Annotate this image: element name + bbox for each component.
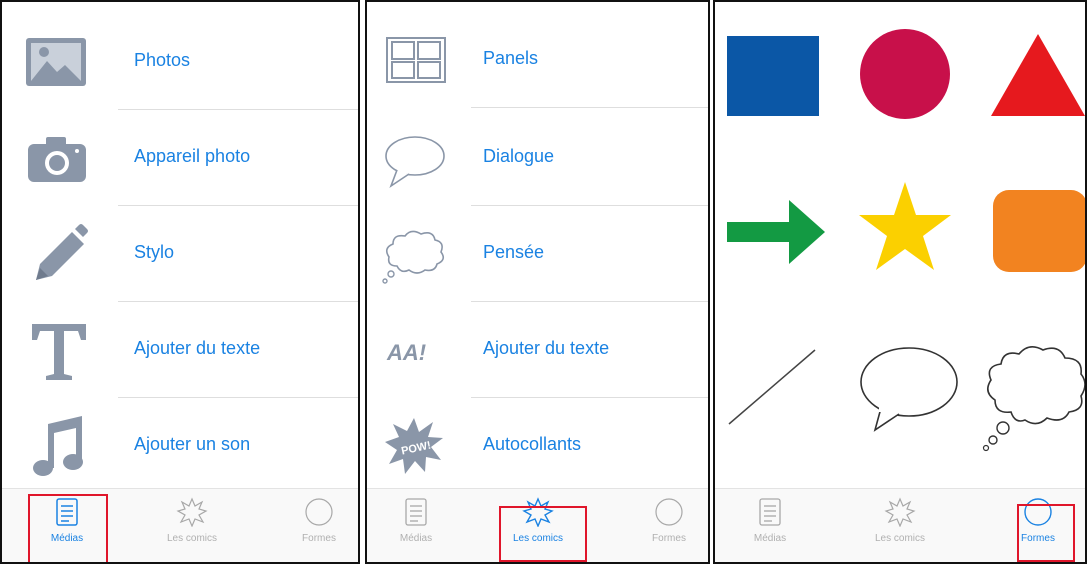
- red-circle-shape[interactable]: [857, 26, 953, 122]
- tab-medias[interactable]: Médias: [725, 489, 815, 561]
- tab-label: Les comics: [874, 533, 925, 544]
- camera-icon: [20, 124, 92, 192]
- yellow-star-shape[interactable]: [855, 178, 955, 276]
- tab-medias[interactable]: Médias: [371, 489, 461, 561]
- active-tab-highlight: [499, 506, 587, 562]
- red-triangle-shape[interactable]: [989, 30, 1087, 120]
- list-item-add-sound[interactable]: Ajouter un son: [2, 398, 358, 494]
- comic-text-glyph: AA!: [386, 340, 426, 365]
- pow-sticker-icon: POW!: [381, 412, 447, 480]
- tab-formes[interactable]: Formes: [624, 489, 708, 561]
- tab-les-comics[interactable]: Les comics: [855, 489, 945, 561]
- list-item-label: Autocollants: [483, 434, 582, 454]
- list-item-comic-text[interactable]: AA! Ajouter du texte: [367, 302, 708, 398]
- tab-label: Formes: [652, 533, 686, 544]
- list-item-panels[interactable]: Panels: [367, 12, 708, 108]
- tab-label: Les comics: [166, 533, 217, 544]
- text-t-icon: [20, 316, 92, 384]
- list-item-pen[interactable]: Stylo: [2, 206, 358, 302]
- green-arrow-shape[interactable]: [723, 192, 827, 272]
- list-item-label: Dialogue: [483, 146, 555, 166]
- list-item-label: Stylo: [134, 242, 175, 262]
- list-item-photos[interactable]: Photos: [2, 14, 358, 110]
- comics-screen: Panels Dialogue Pensée AA! Ajouter du te…: [365, 0, 710, 564]
- list-item-label: Panels: [483, 48, 539, 68]
- diagonal-line-shape[interactable]: [725, 346, 819, 428]
- list-item-pensee[interactable]: Pensée: [367, 206, 708, 302]
- tab-label: Médias: [399, 533, 433, 544]
- divider: [471, 107, 708, 108]
- circle-icon: [653, 497, 685, 527]
- image-icon: [20, 28, 92, 96]
- list-icon: [754, 497, 786, 527]
- circle-icon: [303, 497, 335, 527]
- list-item-add-text[interactable]: Ajouter du texte: [2, 302, 358, 398]
- list-item-label: Pensée: [483, 242, 545, 262]
- comic-text-icon: AA!: [381, 316, 447, 384]
- list-item-dialogue[interactable]: Dialogue: [367, 110, 708, 206]
- tab-les-comics[interactable]: Les comics: [147, 489, 237, 561]
- tab-label: Formes: [302, 533, 336, 544]
- medias-screen: Photos Appareil photo Stylo Ajouter du t…: [0, 0, 360, 564]
- tab-formes[interactable]: Formes: [274, 489, 358, 561]
- list-item-label: Ajouter du texte: [483, 338, 610, 358]
- active-tab-highlight: [28, 494, 108, 562]
- thought-cloud-outline-shape[interactable]: [981, 338, 1087, 456]
- music-note-icon: [20, 412, 92, 480]
- list-icon: [400, 497, 432, 527]
- speech-bubble-icon: [381, 124, 447, 192]
- formes-screen: Médias Les comics Formes: [713, 0, 1087, 564]
- tab-label: Médias: [753, 533, 787, 544]
- panels-grid-icon: [381, 26, 447, 94]
- burst-icon: [176, 497, 208, 528]
- orange-rounded-square-shape[interactable]: [989, 188, 1087, 274]
- burst-icon: [884, 497, 916, 528]
- speech-bubble-outline-shape[interactable]: [855, 342, 961, 434]
- list-item-label: Photos: [134, 50, 191, 70]
- blue-square-shape[interactable]: [725, 34, 821, 118]
- list-item-label: Ajouter un son: [134, 434, 251, 454]
- active-tab-highlight: [1017, 504, 1075, 562]
- thought-bubble-icon: [381, 220, 447, 288]
- list-item-autocollants[interactable]: POW! Autocollants: [367, 398, 708, 494]
- pencil-icon: [20, 220, 92, 288]
- list-item-label: Appareil photo: [134, 146, 251, 166]
- list-item-label: Ajouter du texte: [134, 338, 261, 358]
- list-item-camera[interactable]: Appareil photo: [2, 110, 358, 206]
